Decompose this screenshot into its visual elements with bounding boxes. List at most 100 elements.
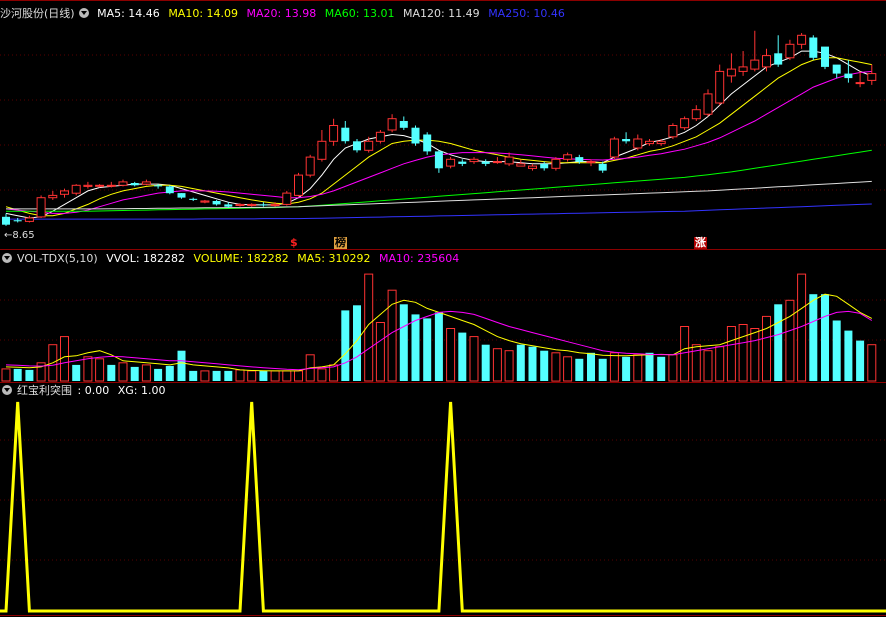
signal-line — [0, 401, 886, 613]
candle-body-up — [516, 163, 526, 167]
candle-body-up — [633, 138, 643, 149]
volume-bar-up — [738, 324, 748, 382]
candle-body-up — [270, 203, 280, 206]
volume-bar-up — [551, 352, 561, 382]
candle-body-up — [609, 138, 619, 158]
signal-marker-bang[interactable]: 榜 — [334, 237, 347, 249]
volume-bar-down — [411, 314, 420, 381]
volume-bar-down — [341, 310, 350, 381]
volume-bar-down — [575, 358, 584, 381]
volume-label: VOLUME: 182282 — [193, 252, 289, 265]
candle-body-up — [200, 200, 210, 203]
settings-icon[interactable] — [2, 385, 12, 395]
candle-body-up — [586, 161, 596, 164]
indicator-title: 红宝利突围 — [17, 384, 72, 397]
candle-body-up — [750, 59, 760, 70]
volume-bar-down — [516, 344, 525, 381]
settings-icon[interactable] — [78, 8, 89, 18]
volume-title: VOL-TDX(5,10) — [17, 252, 98, 265]
volume-bar-up — [83, 356, 93, 382]
volume-bar-down — [130, 366, 139, 381]
candle-body-down — [2, 216, 10, 225]
ma-line-ma10 — [5, 57, 872, 217]
volume-bar-up — [118, 362, 128, 382]
volume-bar-down — [165, 365, 174, 381]
candle-body-up — [282, 192, 292, 205]
volume-bar-down — [177, 350, 186, 381]
candle-body-down — [411, 127, 420, 144]
volume-bar-up — [715, 346, 725, 382]
candle-body-up — [446, 158, 456, 167]
volume-bar-up — [750, 328, 760, 382]
ma120-label: MA120: 11.49 — [402, 7, 480, 20]
ma250-label: MA250: 10.46 — [488, 7, 565, 20]
candle-body-up — [691, 109, 701, 120]
price-title: 沙河股份(日线) — [0, 7, 75, 20]
candle-body-up — [551, 158, 561, 169]
vol-ma5-label: MA5: 310292 — [297, 252, 371, 265]
settings-icon[interactable] — [2, 253, 12, 263]
candle-body-up — [762, 55, 771, 68]
volume-bar-up — [294, 370, 303, 382]
candle-body-up — [387, 118, 397, 131]
volume-bar-up — [60, 336, 69, 382]
low-price-label: ←8.65 — [4, 230, 35, 241]
candle-body-up — [235, 203, 245, 206]
volume-bar-down — [528, 346, 537, 381]
candle-body-up — [469, 158, 479, 163]
volume-bar-down — [399, 304, 408, 381]
volume-bar-up — [867, 344, 877, 382]
volume-bar-up — [1, 368, 11, 382]
candle-body-down — [844, 73, 853, 79]
volume-bar-down — [107, 364, 116, 381]
candle-body-down — [341, 127, 350, 142]
candle-body-down — [540, 163, 549, 169]
signal-marker-zhang[interactable]: 涨 — [694, 237, 707, 249]
candle-body-down — [399, 121, 408, 128]
candle-body-down — [212, 201, 221, 205]
volume-bar-up — [375, 322, 385, 382]
volume-bar-up — [504, 350, 514, 382]
candle-body-down — [130, 183, 139, 186]
volume-bar-up — [762, 315, 771, 382]
volume-bar-up — [282, 370, 292, 382]
candle-body-up — [680, 118, 690, 129]
candle-body-down — [774, 53, 783, 65]
volume-bar-up — [200, 370, 210, 382]
candle-body-down — [832, 64, 841, 74]
volume-bar-down — [540, 350, 549, 381]
ma-line-ma20 — [5, 70, 872, 214]
candle-body-up — [715, 70, 725, 104]
candle-body-up — [294, 174, 303, 196]
volume-bar-down — [844, 330, 853, 381]
candle-body-up — [668, 125, 678, 138]
candle-body-up — [504, 156, 514, 165]
volume-bar-up — [703, 350, 713, 382]
candle-body-down — [821, 46, 829, 67]
volume-bar-down — [645, 352, 654, 382]
signal-marker-dollar[interactable]: $ — [290, 237, 298, 249]
vvol-label: VVOL: 182282 — [106, 252, 186, 265]
chart-canvas — [0, 0, 886, 616]
volume-bar-up — [633, 354, 643, 382]
candle-body-up — [60, 190, 69, 195]
volume-bar-up — [446, 328, 456, 382]
ma-line-ma250 — [6, 203, 872, 220]
volume-bar-up — [317, 368, 327, 382]
candle-body-up — [645, 140, 654, 145]
volume-bar-down — [189, 370, 198, 381]
candle-body-up — [95, 184, 105, 187]
volume-bar-down — [259, 370, 268, 381]
volume-bar-down — [832, 320, 841, 381]
volume-bar-down — [224, 370, 233, 381]
candle-body-up — [855, 82, 865, 85]
volume-bar-down — [212, 370, 221, 381]
volume-bar-up — [563, 356, 573, 382]
volume-bar-down — [481, 344, 490, 381]
indicator-panel — [0, 401, 886, 613]
indicator-value-label: : 0.00 — [77, 384, 110, 397]
ma20-label: MA20: 13.98 — [246, 7, 317, 20]
candle-body-up — [106, 184, 116, 187]
volume-bar-down — [809, 294, 818, 381]
candle-body-down — [809, 37, 818, 58]
